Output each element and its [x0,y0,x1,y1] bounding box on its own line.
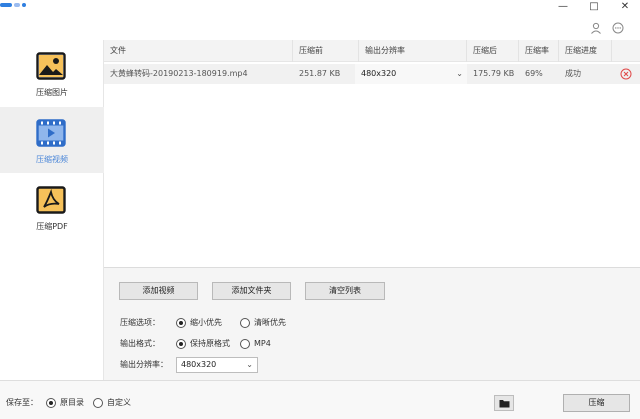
maximize-button[interactable]: □ [583,0,605,14]
column-header-progress: 压缩进度 [565,46,597,55]
output-resolution-label: 输出分辨率： [120,360,168,369]
delete-icon[interactable] [620,68,632,80]
open-folder-button[interactable] [494,395,514,411]
sidebar-item-label: 压缩PDF [36,222,68,231]
image-icon [36,52,66,80]
save-custom-radio[interactable] [93,398,103,408]
compress-small-radio[interactable] [176,318,186,328]
format-mp4-radio[interactable] [240,339,250,349]
table-header: 文件 压缩前 输出分辨率 压缩后 压缩率 压缩进度 [104,40,640,62]
user-icon[interactable] [590,22,602,34]
format-keep-radio[interactable] [176,339,186,349]
column-header-before: 压缩前 [299,46,323,55]
cell-size-after: 175.79 KB [473,69,515,78]
compress-clear-radio[interactable] [240,318,250,328]
column-header-file: 文件 [110,46,126,55]
cell-progress-status: 成功 [565,69,581,78]
column-header-resolution: 输出分辨率 [365,46,405,55]
compress-clear-label: 清晰优先 [254,318,286,327]
column-header-ratio: 压缩率 [525,46,549,55]
title-bar: — □ ✕ [0,0,640,40]
message-icon[interactable] [612,22,624,34]
compress-button[interactable]: 压缩 [563,394,630,412]
app-logo [0,0,40,7]
file-table: 文件 压缩前 输出分辨率 压缩后 压缩率 压缩进度 大黄蜂转码-20190213… [104,40,640,267]
sidebar-item-compress-image[interactable]: 压缩图片 [0,40,104,106]
cell-file-name: 大黄蜂转码-20190213-180919.mp4 [110,69,248,78]
format-keep-label: 保持原格式 [190,339,230,348]
compress-small-label: 缩小优先 [190,318,222,327]
close-button[interactable]: ✕ [614,0,636,14]
column-header-after: 压缩后 [473,46,497,55]
format-mp4-label: MP4 [254,339,271,348]
output-resolution-value: 480x320 [181,360,217,369]
sidebar-item-compress-video[interactable]: 压缩视频 [0,107,104,173]
folder-icon [499,400,510,408]
sidebar: 压缩图片 压缩视频 压缩PDF [0,40,104,380]
save-custom-label: 自定义 [107,398,131,407]
add-video-button[interactable]: 添加视频 [119,282,198,300]
clear-list-button[interactable]: 清空列表 [305,282,385,300]
compress-options-label: 压缩选项： [120,318,160,327]
chevron-down-icon: ⌄ [456,69,463,78]
add-folder-button[interactable]: 添加文件夹 [212,282,291,300]
save-to-label: 保存至： [6,398,38,407]
cell-ratio: 69% [525,69,543,78]
resolution-dropdown-value: 480x320 [361,69,397,78]
resolution-dropdown[interactable]: 480x320 ⌄ [355,64,467,84]
options-panel: 添加视频 添加文件夹 清空列表 压缩选项： 缩小优先 清晰优先 输出格式： 保持… [104,267,640,380]
pdf-icon [36,186,66,214]
table-row[interactable]: 大黄蜂转码-20190213-180919.mp4 251.87 KB 480x… [104,64,640,84]
video-icon [36,119,66,147]
output-resolution-select[interactable]: 480x320 ⌄ [176,357,258,373]
sidebar-item-label: 压缩图片 [36,88,68,97]
bottom-bar: 保存至： 原目录 自定义 压缩 [0,380,640,419]
minimize-button[interactable]: — [552,0,574,14]
sidebar-item-compress-pdf[interactable]: 压缩PDF [0,174,104,240]
chevron-down-icon: ⌄ [246,360,253,369]
output-format-label: 输出格式： [120,339,160,348]
sidebar-item-label: 压缩视频 [36,155,68,164]
save-original-radio[interactable] [46,398,56,408]
cell-size-before: 251.87 KB [299,69,341,78]
column-separator [611,40,612,62]
save-original-label: 原目录 [60,398,84,407]
